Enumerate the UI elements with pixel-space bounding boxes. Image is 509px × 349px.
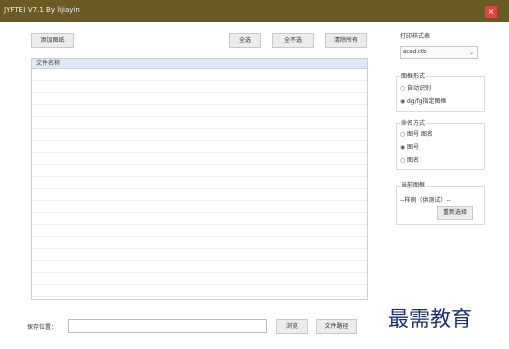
browse-button[interactable]: 浏览 [276,319,308,334]
frame-form-title: 图框形式 [400,71,427,80]
save-path-input[interactable] [68,319,267,333]
row-divider [32,140,367,141]
current-frame-value: --样例（供测试）-- [400,197,451,204]
select-none-button[interactable]: 全不选 [272,33,314,48]
row-divider [32,296,367,297]
radio-number[interactable]: ◉ 图号 [400,142,419,151]
clear-all-button[interactable]: 清除所有 [325,33,367,48]
row-divider [32,200,367,201]
radio-name[interactable]: ○ 图名 [400,155,419,164]
row-divider [32,128,367,129]
title-bar: JYFTE) V7.1 By lijiayin × [0,0,509,22]
row-divider [32,80,367,81]
row-divider [32,248,367,249]
radio-label: 自动识别 [407,85,432,92]
row-divider [32,212,367,213]
chevron-down-icon: ⌄ [468,49,474,56]
row-divider [32,284,367,285]
row-divider [32,104,367,105]
row-divider [32,188,367,189]
radio-unchecked-icon: ○ [400,157,406,164]
save-location-label: 保存位置： [27,324,58,331]
radio-label: 图号 [407,144,420,151]
watermark-logo: 最需教育 [388,307,472,331]
current-frame-title: 当前图框 [400,180,427,189]
row-divider [32,92,367,93]
add-frames-button[interactable]: 添加图纸 [31,33,74,48]
radio-checked-icon: ◉ [400,144,406,151]
row-divider [32,116,367,117]
file-list-rows [32,69,367,299]
file-list[interactable]: 文件名称 [31,58,368,300]
row-divider [32,272,367,273]
column-header-filename[interactable]: 文件名称 [32,59,367,69]
reselect-button[interactable]: 重新选择 [437,206,473,220]
row-divider [32,224,367,225]
radio-number-name[interactable]: ○ 图号 图名 [400,129,433,138]
naming-title: 命名方式 [400,118,427,127]
print-style-title: 打印样式表 [400,33,431,40]
row-divider [32,236,367,237]
select-all-button[interactable]: 全选 [229,33,261,48]
radio-checked-icon: ◉ [400,98,406,105]
frame-form-group [396,76,485,112]
close-button[interactable]: × [485,6,497,18]
row-divider [32,164,367,165]
radio-specified-frame[interactable]: ◉ dg/fg指定图框 [400,96,447,105]
radio-label: 图号 图名 [407,131,433,138]
radio-unchecked-icon: ○ [400,131,406,138]
radio-label: dg/fg指定图框 [407,98,447,105]
print-style-value: acad.ctb [403,49,427,55]
row-divider [32,260,367,261]
radio-label: 图名 [407,157,420,164]
row-divider [32,176,367,177]
file-path-button[interactable]: 文件路径 [316,319,357,334]
radio-unchecked-icon: ○ [400,85,406,92]
radio-auto-detect[interactable]: ○ 自动识别 [400,83,431,92]
row-divider [32,152,367,153]
print-style-select[interactable]: acad.ctb ⌄ [400,46,478,59]
window-title: JYFTE) V7.1 By lijiayin [4,6,80,14]
